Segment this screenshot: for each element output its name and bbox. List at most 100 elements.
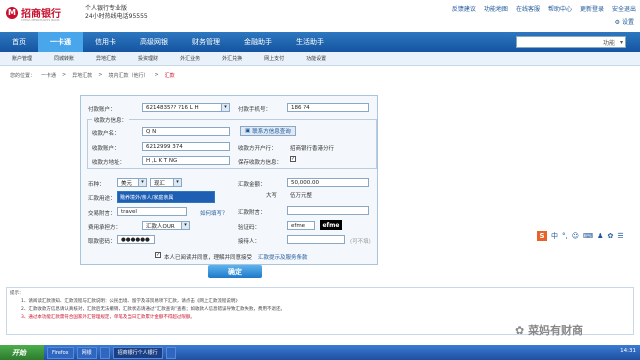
nav-finance-assistant[interactable]: 金融助手 <box>232 32 284 52</box>
taskbar-item[interactable]: 网银 <box>76 346 97 359</box>
captcha-image[interactable]: efme <box>320 220 342 230</box>
subnav-local-transfer[interactable]: 同城转账 <box>54 55 74 62</box>
sogou-icon[interactable]: S <box>537 231 547 241</box>
purpose-option[interactable]: 赡养境外/亲人/家庭亲属 <box>118 192 214 202</box>
logout-link[interactable]: 安全退出 <box>612 4 636 13</box>
agree-checkbox[interactable]: ✓ <box>155 252 161 258</box>
chevron-down-icon: ▾ <box>221 104 229 111</box>
fee-value: 汇款人OUR <box>146 223 175 230</box>
nav-life-assistant[interactable]: 生活助手 <box>284 32 336 52</box>
currency-select[interactable]: 美元 ▾ <box>117 178 147 187</box>
amount-uppercase-label: 大写 <box>266 193 278 199</box>
online-service-link[interactable]: 在线客服 <box>516 4 540 13</box>
nav-finance[interactable]: 财务管理 <box>180 32 232 52</box>
attachment-field[interactable] <box>287 206 369 215</box>
nav-credit-card[interactable]: 信用卡 <box>83 32 128 52</box>
notes-title: 提示： <box>10 291 24 296</box>
fee-label: 费用承担方： <box>88 225 122 231</box>
taskbar-item-active[interactable]: 招商银行个人银行 <box>112 346 163 359</box>
pay-account-select[interactable]: 6214835?? ?16 L H ▾ <box>142 103 230 112</box>
ime-mode[interactable]: 中 <box>551 231 558 241</box>
function-search-input[interactable]: 功能 ▾ <box>516 36 626 48</box>
chevron-down-icon: ▾ <box>619 38 623 46</box>
purpose-dropdown[interactable]: 赡养境外/亲人/家庭亲属 <box>117 191 215 203</box>
nav-advanced-banking[interactable]: 高级网银 <box>128 32 180 52</box>
ime-toolbar: S 中 °, ☺ ⌨ ♟ ✿ ☰ <box>537 230 637 242</box>
lookup-label: 联系方信息查询 <box>252 129 291 135</box>
watermark-text: 菜妈有财商 <box>528 324 584 337</box>
contact-book-icon: ▣ <box>245 128 251 134</box>
user-icon[interactable]: ♟ <box>597 232 603 240</box>
terms-link[interactable]: 汇款提示及服务条款 <box>258 253 308 261</box>
settings-link[interactable]: ⚙ 设置 <box>615 17 634 26</box>
confirm-button[interactable]: 确定 <box>208 265 262 278</box>
subnav-online-pay[interactable]: 网上支付 <box>264 55 284 62</box>
function-map-link[interactable]: 功能地图 <box>484 4 508 13</box>
feedback-link[interactable]: 反馈建议 <box>452 4 476 13</box>
taskbar-item[interactable] <box>165 346 176 359</box>
keyboard-icon[interactable]: ⌨ <box>583 232 593 240</box>
amount-label: 汇款金额： <box>238 182 266 188</box>
subnav-exchange[interactable]: 外汇兑换 <box>222 55 242 62</box>
skin-icon[interactable]: ✿ <box>607 232 613 240</box>
payee-bank-label: 收款方开户行： <box>238 146 277 152</box>
subnav-remote-transfer[interactable]: 异地汇款 <box>96 55 116 62</box>
breadcrumb-item[interactable]: 一卡通 <box>41 72 56 79</box>
pay-phone-label: 付款手机号： <box>238 107 272 113</box>
payee-section-title: 收款方信息： <box>92 116 130 124</box>
taskbar: 开始 Firefox 网银 招商银行个人银行 14:31 <box>0 345 640 360</box>
agent-field[interactable] <box>287 235 345 244</box>
taskbar-item[interactable] <box>99 346 110 359</box>
service-info: 个人银行专业版 24小时热线电话95555 <box>85 5 148 21</box>
subnav-forex[interactable]: 外汇业务 <box>180 55 200 62</box>
password-field[interactable]: ●●●●●● <box>117 235 155 244</box>
pay-phone-field[interactable]: 186 ?4 <box>287 103 369 112</box>
note-line: 2、汇款收款方信息请认真核对，汇款后无法撤销，汇款状态请通过“汇款查询”查看；如… <box>21 307 286 312</box>
subnav-investment[interactable]: 投资理财 <box>138 55 158 62</box>
amount-uppercase-value: 伍万元整 <box>290 193 313 199</box>
nav-debit-card[interactable]: 一卡通 <box>38 32 83 52</box>
payee-name-label: 收款户名： <box>92 131 120 137</box>
code-field[interactable]: efme <box>287 221 315 230</box>
method-field[interactable]: travel <box>117 207 187 216</box>
chevron-down-icon: ▾ <box>138 179 146 186</box>
relogin-link[interactable]: 更新登录 <box>580 4 604 13</box>
nav-home[interactable]: 首页 <box>0 32 38 52</box>
bank-logo[interactable]: M 招商银行 CHINA MERCHANTS BANK <box>6 5 61 22</box>
bank-logo-icon: M <box>6 6 18 19</box>
help-center-link[interactable]: 帮助中心 <box>548 4 572 13</box>
purpose-label: 汇款用途： <box>88 196 116 202</box>
settings-label: 设置 <box>621 19 634 26</box>
payee-name-field[interactable]: Q N <box>142 127 230 136</box>
taskbar-item[interactable]: Firefox <box>47 346 74 359</box>
cash-type-value: 现汇 <box>154 180 166 187</box>
search-label: 功能 <box>602 39 615 47</box>
agent-label: 接待人： <box>238 239 261 245</box>
fee-select[interactable]: 汇款人OUR ▾ <box>142 221 190 230</box>
save-payee-checkbox[interactable]: ✓ <box>290 156 296 162</box>
amount-field[interactable]: 50,000.00 <box>287 178 369 187</box>
header: M 招商银行 CHINA MERCHANTS BANK 个人银行专业版 24小时… <box>0 0 640 30</box>
watermark: ✿ 菜妈有财商 <box>515 322 583 338</box>
password-label: 取款密码： <box>88 239 116 245</box>
cash-type-select[interactable]: 现汇 ▾ <box>150 178 182 187</box>
chevron-down-icon: ▾ <box>173 179 181 186</box>
payee-address-label: 收款方地址： <box>92 160 126 166</box>
code-label: 验证码： <box>238 225 261 231</box>
help-link[interactable]: 如何填写？ <box>200 209 228 217</box>
punctuation-icon[interactable]: °, <box>562 232 568 240</box>
start-button[interactable]: 开始 <box>0 345 44 360</box>
emoji-icon[interactable]: ☺ <box>572 232 579 240</box>
payee-account-field[interactable]: 6212999 374 <box>142 142 230 151</box>
payee-lookup-button[interactable]: ▣ 联系方信息查询 <box>240 126 296 136</box>
breadcrumb-item[interactable]: 境内汇款（他行） <box>108 72 148 79</box>
subnav-account[interactable]: 账户管理 <box>12 55 32 62</box>
breadcrumb-item[interactable]: 异地汇款 <box>72 72 92 79</box>
payee-address-field[interactable]: H ,L K T NG <box>142 156 230 165</box>
subnav-settings[interactable]: 功能设置 <box>306 55 326 62</box>
note-line: 3、通过本功能汇款需符合国家外汇管理规定，单笔及当日汇款累计金额不得超过限额。 <box>21 315 195 320</box>
service-name: 个人银行专业版 <box>85 5 128 12</box>
wechat-icon: ✿ <box>515 324 525 337</box>
save-payee-label: 保存收款方信息： <box>238 160 283 166</box>
menu-icon[interactable]: ☰ <box>617 232 623 240</box>
